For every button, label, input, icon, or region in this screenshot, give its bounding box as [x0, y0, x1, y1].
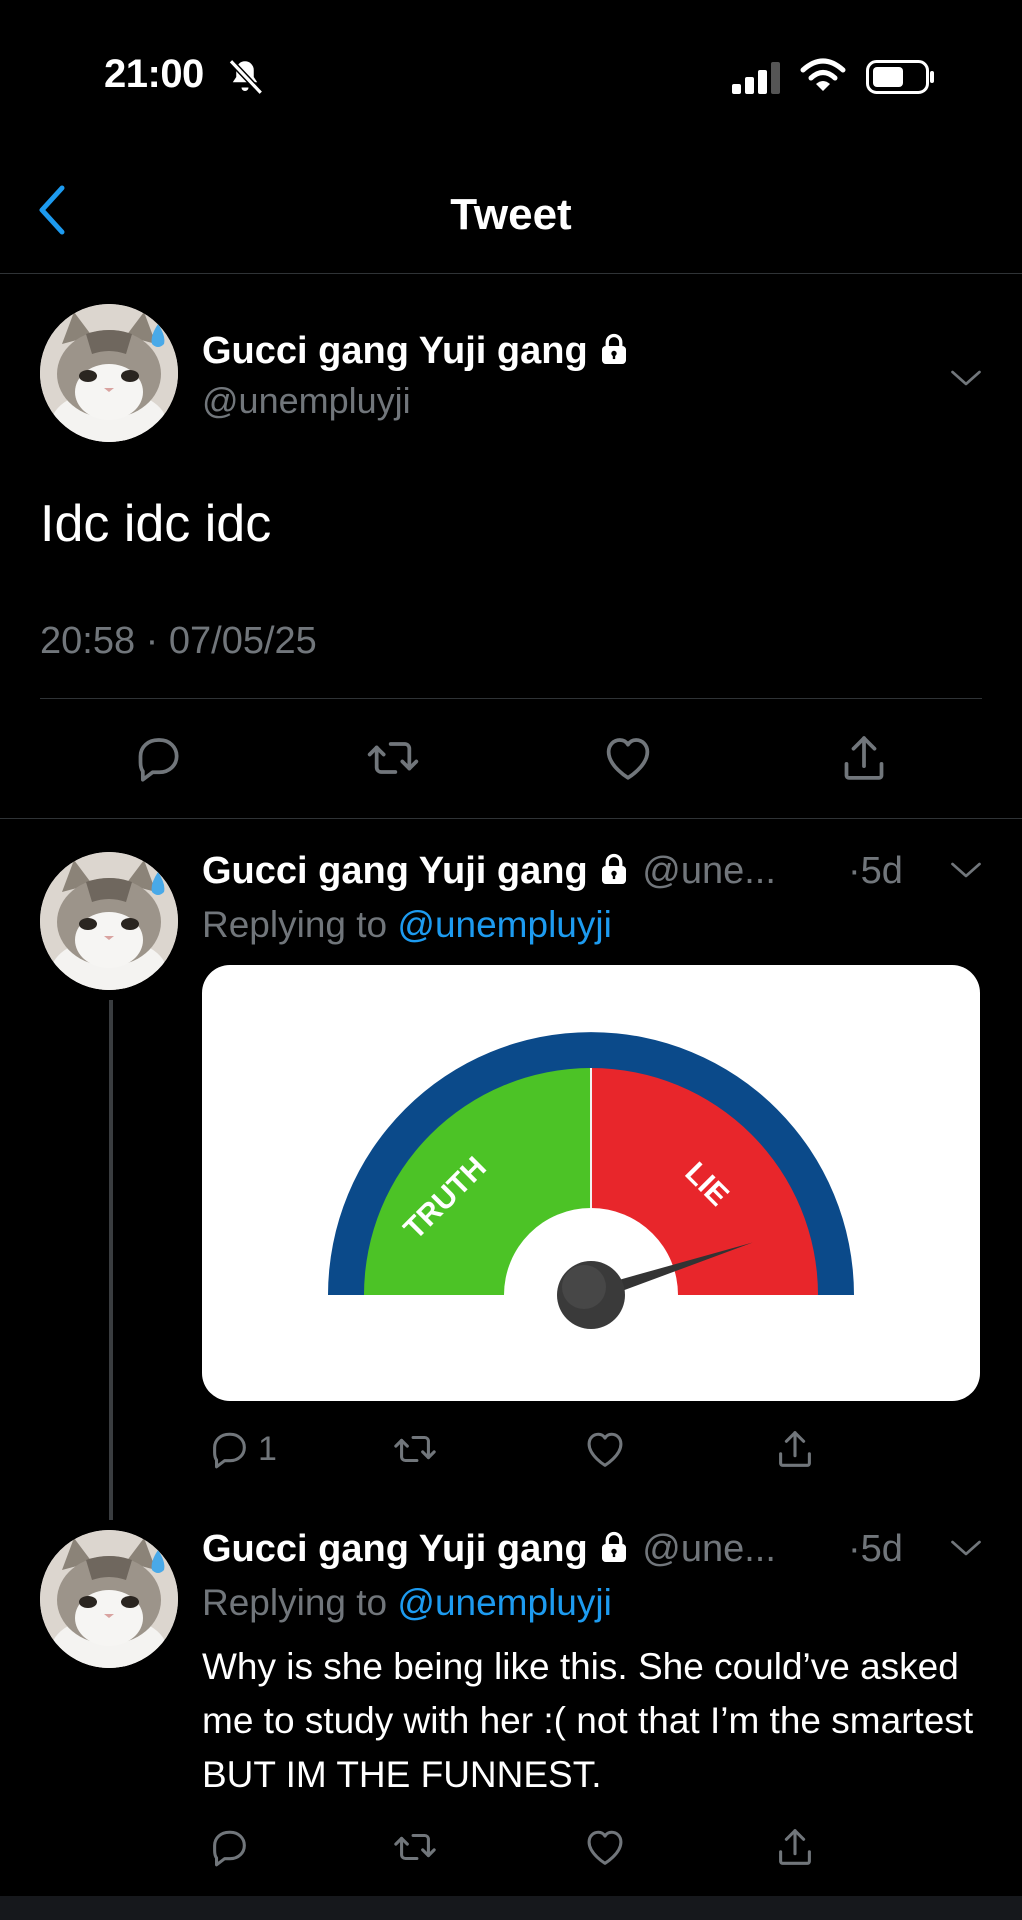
bottom-bar	[0, 1896, 1022, 1920]
author-name-text: Gucci gang Yuji gang	[202, 330, 588, 372]
mute-icon	[228, 59, 263, 95]
reply-header[interactable]: Gucci gang Yuji gang @une...	[202, 850, 776, 893]
share-icon[interactable]	[772, 1824, 818, 1870]
retweet-icon[interactable]	[392, 1824, 438, 1870]
author-name: Gucci gang Yuji gang	[202, 1528, 588, 1570]
tweet-text: Idc idc idc	[40, 495, 272, 553]
avatar[interactable]	[40, 304, 178, 442]
replying-to: Replying to @unempluyji	[202, 904, 612, 946]
nav-bar: Tweet	[0, 150, 1022, 274]
reply-header[interactable]: Gucci gang Yuji gang @une...	[202, 1528, 776, 1571]
author-handle: @une...	[642, 1528, 776, 1570]
author-name[interactable]: Gucci gang Yuji gang	[202, 330, 632, 373]
battery-icon	[866, 60, 934, 94]
like-icon[interactable]	[600, 730, 656, 786]
reply-icon[interactable]	[206, 1426, 252, 1472]
tweet-timestamp[interactable]: 20:58 · 07/05/25	[40, 620, 317, 663]
like-icon[interactable]	[582, 1824, 628, 1870]
like-icon[interactable]	[582, 1426, 628, 1472]
media-image[interactable]: TRUTH LIE	[202, 965, 980, 1401]
avatar[interactable]	[40, 852, 178, 990]
replying-prefix: Replying to	[202, 1582, 398, 1623]
thread-line	[109, 1000, 113, 1520]
author-name: Gucci gang Yuji gang	[202, 850, 588, 892]
retweet-icon[interactable]	[392, 1426, 438, 1472]
lock-icon	[596, 331, 632, 367]
author-handle: @une...	[642, 850, 776, 892]
mention-link[interactable]: @unempluyji	[397, 904, 611, 945]
wifi-icon	[800, 58, 846, 91]
chevron-down-icon[interactable]	[948, 858, 984, 882]
divider	[40, 698, 982, 699]
chevron-down-icon[interactable]	[948, 366, 984, 390]
author-handle[interactable]: @unempluyji	[202, 380, 411, 422]
chevron-down-icon[interactable]	[948, 1536, 984, 1560]
share-icon[interactable]	[836, 730, 892, 786]
reply-icon[interactable]	[206, 1824, 252, 1870]
reply-text: Why is she being like this. She could’ve…	[202, 1646, 974, 1795]
status-bar: 21:00	[0, 0, 1022, 150]
lock-icon	[596, 851, 632, 887]
replying-prefix: Replying to	[202, 904, 398, 945]
status-time: 21:00	[104, 52, 204, 96]
reply-time[interactable]: ·5d	[848, 850, 903, 893]
truth-lie-meter: TRUTH LIE	[328, 1032, 854, 1329]
lock-icon	[596, 1529, 632, 1565]
retweet-icon[interactable]	[365, 730, 421, 786]
replying-to: Replying to @unempluyji	[202, 1582, 612, 1624]
page-title: Tweet	[450, 190, 572, 239]
share-icon[interactable]	[772, 1426, 818, 1472]
reply-count: 1	[258, 1430, 277, 1468]
avatar[interactable]	[40, 1530, 178, 1668]
reply-icon[interactable]	[130, 730, 186, 786]
signal-icon	[732, 62, 780, 94]
section-divider	[0, 818, 1022, 819]
reply-time[interactable]: ·5d	[848, 1528, 903, 1571]
mention-link[interactable]: @unempluyji	[397, 1582, 611, 1623]
